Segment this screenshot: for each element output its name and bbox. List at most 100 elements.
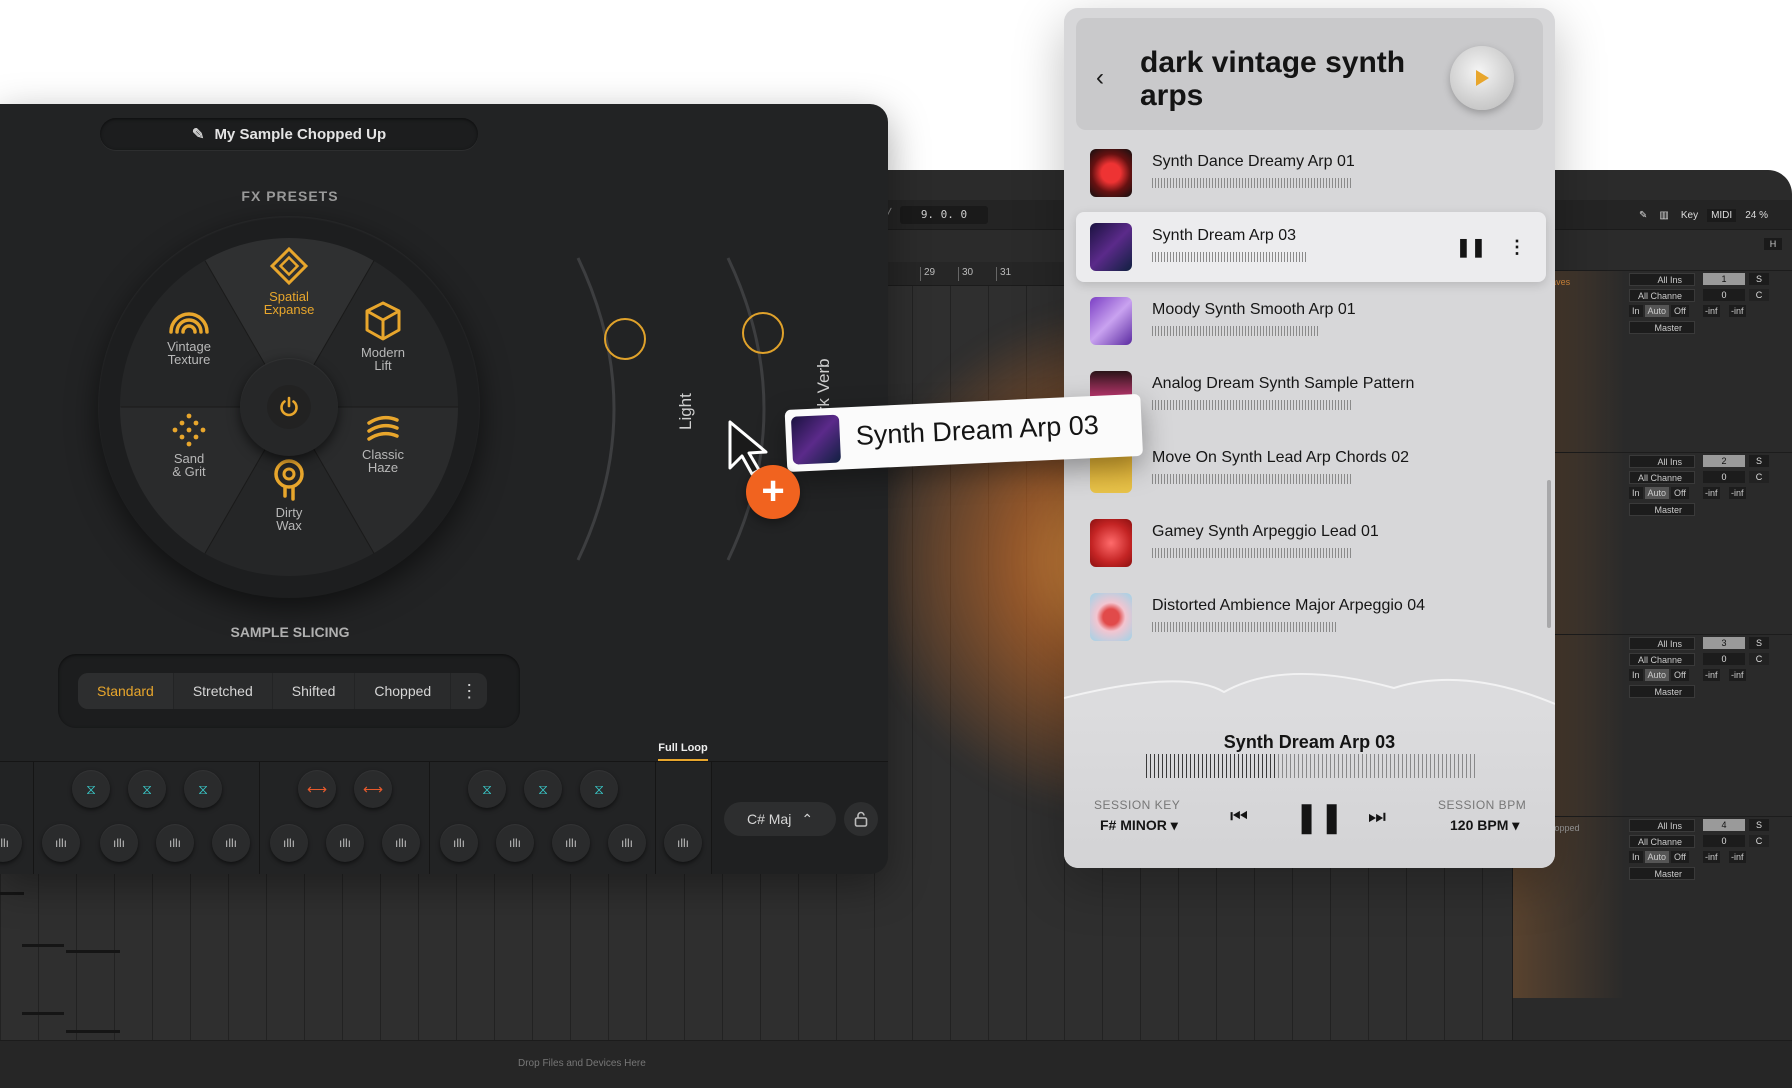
monitor-auto[interactable]: Auto [1644,305,1670,317]
stretch-pad[interactable]: ⟷ [298,770,336,808]
track-number[interactable]: 4 [1703,819,1745,831]
solo-button[interactable]: S [1749,273,1769,285]
light-knob-track[interactable] [570,254,630,564]
channel-select[interactable]: All Channe [1629,653,1695,666]
midi-button[interactable]: MIDI [1707,208,1737,222]
pan-value[interactable]: C [1749,471,1769,483]
verb-knob-handle[interactable] [742,312,784,354]
slice-pad[interactable]: ıllı [664,824,702,862]
midi-note[interactable] [22,944,64,947]
output-select[interactable]: Master [1629,867,1695,880]
tab-chopped[interactable]: Chopped [355,673,452,709]
monitor-in[interactable]: In [1629,305,1643,317]
input-select[interactable]: All Ins [1629,819,1695,832]
input-select[interactable]: All Ins [1629,637,1695,650]
preset-sand-grit[interactable]: Sand & Grit [144,412,234,478]
song-position[interactable]: 9. 0. 0 [900,206,988,224]
key-button[interactable]: Key [1678,209,1701,222]
midi-note[interactable] [66,950,120,953]
next-track-icon[interactable]: ⏭ [1368,806,1386,829]
pause-icon[interactable]: ❚❚ [1456,237,1486,258]
solo-button[interactable]: S [1749,819,1769,831]
track-row[interactable]: Gamey Synth Arpeggio Lead 01 [1076,508,1546,578]
pitch-pad[interactable]: ⧖ [580,770,618,808]
monitor-off[interactable]: Off [1671,851,1689,863]
monitor-in[interactable]: In [1629,851,1643,863]
piano-icon[interactable]: ▥ [1656,209,1671,222]
volume-value[interactable]: 0 [1703,835,1745,847]
volume-value[interactable]: 0 [1703,471,1745,483]
track-row[interactable]: Analog Dream Synth Sample Pattern [1076,360,1546,430]
back-chevron-icon[interactable]: ‹ [1096,64,1104,92]
track-row[interactable]: Move On Synth Lead Arp Chords 02 [1076,434,1546,504]
volume-value[interactable]: 0 [1703,289,1745,301]
tab-shifted[interactable]: Shifted [273,673,356,709]
track-number[interactable]: 3 [1703,637,1745,649]
monitor-in[interactable]: In [1629,487,1643,499]
monitor-in[interactable]: In [1629,669,1643,681]
slice-pad[interactable]: ıllı [100,824,138,862]
zoom-readout[interactable]: 24 % [1742,209,1771,222]
preset-spatial-expanse[interactable]: Spatial Expanse [244,246,334,316]
slice-pad[interactable]: ıllı [326,824,364,862]
full-loop-tab[interactable]: Full Loop [658,742,708,761]
track-list-scrollbar[interactable] [1547,480,1551,628]
solo-button[interactable]: S [1749,455,1769,467]
solo-button[interactable]: S [1749,637,1769,649]
slice-pad[interactable]: ıllı [608,824,646,862]
monitor-off[interactable]: Off [1671,305,1689,317]
monitor-auto[interactable]: Auto [1644,851,1670,863]
slice-pad[interactable]: ıllı [496,824,534,862]
more-options-icon[interactable]: ⋮ [1508,237,1526,258]
sample-name-field[interactable]: ✎ My Sample Chopped Up [100,118,478,150]
track-number[interactable]: 2 [1703,455,1745,467]
light-knob-handle[interactable] [604,318,646,360]
slice-pad[interactable]: ıllı [552,824,590,862]
previous-track-icon[interactable]: ⏮ [1230,806,1248,829]
input-select[interactable]: All Ins [1629,273,1695,286]
tab-stretched[interactable]: Stretched [174,673,273,709]
play-all-button[interactable] [1450,46,1514,110]
pencil-icon[interactable]: ✎ [1636,209,1650,222]
slice-pad[interactable]: ıllı [156,824,194,862]
preset-modern-lift[interactable]: Modern Lift [338,300,428,372]
pitch-pad[interactable]: ⧖ [468,770,506,808]
track-number[interactable]: 1 [1703,273,1745,285]
midi-note[interactable] [0,892,24,895]
monitor-off[interactable]: Off [1671,487,1689,499]
fx-power-button[interactable] [267,385,311,429]
channel-select[interactable]: All Channe [1629,471,1695,484]
h-button[interactable]: H [1764,238,1782,250]
pitch-pad[interactable]: ⧖ [128,770,166,808]
pitch-pad[interactable]: ⧖ [524,770,562,808]
channel-select[interactable]: All Channe [1629,289,1695,302]
slice-pad[interactable]: ıllı [42,824,80,862]
midi-note[interactable] [66,1030,120,1033]
track-row[interactable]: Synth Dance Dreamy Arp 01 [1076,138,1546,208]
track-row[interactable]: Distorted Ambience Major Arpeggio 04 [1076,582,1546,652]
slice-pad[interactable]: ıllı [212,824,250,862]
track-row[interactable]: Moody Synth Smooth Arp 01 [1076,286,1546,356]
pan-value[interactable]: C [1749,653,1769,665]
slice-pad[interactable]: ıllı [270,824,308,862]
preset-classic-haze[interactable]: Classic Haze [338,414,428,474]
pitch-pad[interactable]: ⧖ [72,770,110,808]
more-options-icon[interactable]: ⋮ [451,673,487,709]
channel-select[interactable]: All Channe [1629,835,1695,848]
preset-dirty-wax[interactable]: Dirty Wax [244,458,334,532]
device-drop-area[interactable] [0,1040,1792,1088]
midi-note[interactable] [22,1012,64,1015]
pause-button[interactable]: ❚❚ [1294,800,1344,835]
input-select[interactable]: All Ins [1629,455,1695,468]
key-selector[interactable]: C# Maj ⌃ [724,802,836,836]
key-lock-button[interactable] [844,802,878,836]
output-select[interactable]: Master [1629,321,1695,334]
slice-pad[interactable]: ıllı [440,824,478,862]
pan-value[interactable]: C [1749,289,1769,301]
monitor-auto[interactable]: Auto [1644,669,1670,681]
monitor-auto[interactable]: Auto [1644,487,1670,499]
volume-value[interactable]: 0 [1703,653,1745,665]
output-select[interactable]: Master [1629,685,1695,698]
session-key-dropdown[interactable]: F# MINOR ▾ [1100,817,1178,834]
session-bpm-dropdown[interactable]: 120 BPM ▾ [1450,817,1519,834]
